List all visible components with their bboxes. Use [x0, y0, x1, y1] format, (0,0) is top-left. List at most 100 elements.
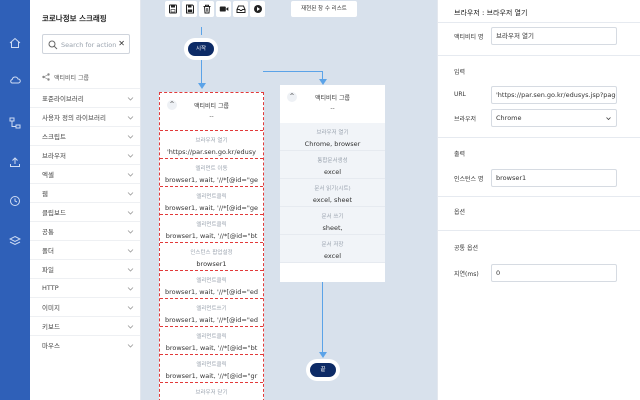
library-category-label: 엑셀: [42, 171, 54, 179]
chevron-down-icon: [127, 230, 134, 234]
activity-step-title: 엘리먼트 이동: [195, 166, 228, 172]
properties-panel: 브라우저 : 브라우저 열기 액티비티 명 브라우저 열기 입력 URL 'ht…: [437, 0, 640, 400]
activity-step[interactable]: 엘리먼트클릭 browser1, wait, '//*[@id="bt: [160, 327, 263, 355]
activity-group-1[interactable]: ^ 액티비티 그룹 -- 브라우저 열기 'https://par.sen.go.…: [159, 92, 264, 400]
library-category-label: HTTP: [42, 284, 59, 292]
library-category-label: 브라우저: [42, 152, 66, 160]
library-category[interactable]: 브라우저: [30, 145, 140, 164]
cloud-icon[interactable]: [9, 74, 21, 86]
arrow-into-group1: [198, 83, 206, 89]
activity-step[interactable]: 엘리먼트클릭 browser1, wait, '//*[@id="ed: [160, 271, 263, 299]
activity-step[interactable]: 엘리먼트클릭 browser1, wait, '//*[@id="gr: [160, 355, 263, 383]
activity-step[interactable]: 브라우저 열기 Chrome, browser: [280, 123, 385, 151]
run-list-button[interactable]: 재현된 창 수 리스트: [291, 1, 357, 17]
activity-step-title: 엘리먼트클릭: [196, 194, 227, 200]
chevron-down-icon: [127, 154, 134, 158]
home-icon[interactable]: [9, 37, 21, 49]
end-node[interactable]: 끝: [306, 359, 340, 381]
group2-header: ^ 액티비티 그룹 --: [280, 85, 385, 123]
library-category-label: 키보드: [42, 323, 60, 331]
library-category[interactable]: 클립보드: [30, 202, 140, 221]
activity-step-value: excel: [324, 168, 341, 176]
activity-step-value: browser1, wait, '//*[@id="ed: [164, 288, 258, 296]
activity-step-title: 통합문서생성: [317, 158, 348, 164]
library-category[interactable]: 폴더: [30, 240, 140, 259]
delay-field[interactable]: 0: [491, 264, 617, 282]
browser-select-value: Chrome: [496, 114, 522, 122]
library-category-label: 사용자 정의 라이브러리: [42, 114, 106, 122]
flow-canvas[interactable]: 재현된 창 수 리스트 시작 끝 ^ 액티비티 그룹 -- 브라우저 열기 'ht…: [141, 0, 437, 400]
flow-icon[interactable]: [9, 117, 21, 129]
section-divider: [438, 196, 640, 197]
activity-step[interactable]: 인스턴스 팝업설정 browser1: [160, 243, 263, 271]
left-nav-rail: [0, 0, 30, 400]
activity-step[interactable]: 엘리먼트쓰기 browser1, wait, '//*[@id="ed: [160, 299, 263, 327]
url-field[interactable]: 'https://par.sen.go.kr/edusys.jsp?page=s…: [491, 86, 617, 104]
connector-group2-to-end: [322, 282, 323, 356]
browser-select[interactable]: Chrome: [491, 109, 617, 127]
library-category-label: 클립보드: [42, 209, 66, 217]
activity-name-label: 액티비티 명: [454, 34, 484, 41]
clear-search-icon[interactable]: ✕: [118, 39, 125, 48]
activity-library-panel: 코로나정보 스크래핑 Search for action ✕ 액티비티 그룹 표…: [30, 0, 141, 400]
activity-step-value: browser1, wait, '//*[@id="ge: [164, 204, 258, 212]
library-category[interactable]: 파일: [30, 259, 140, 278]
activity-step[interactable]: 엘리먼트클릭 browser1, wait, '//*[@id="bt: [160, 215, 263, 243]
record-icon: [219, 6, 228, 12]
history-icon[interactable]: [9, 195, 21, 207]
library-category[interactable]: 엑셀: [30, 164, 140, 183]
activity-step-value: browser1, wait, '//*[@id="bt: [165, 344, 258, 352]
activity-step[interactable]: 브라우저 닫기: [160, 383, 263, 400]
activity-step-value: Chrome, browser: [304, 140, 361, 148]
library-category[interactable]: 마우스: [30, 335, 140, 354]
activity-step[interactable]: 브라우저 열기 'https://par.sen.go.kr/edusy: [160, 131, 263, 159]
delete-button[interactable]: [199, 1, 214, 17]
activity-group-2[interactable]: ^ 액티비티 그룹 -- 브라우저 열기 Chrome, browser 통합문서생…: [280, 85, 385, 282]
layers-icon[interactable]: [9, 235, 21, 247]
search-input-placeholder[interactable]: Search for action: [61, 41, 116, 49]
inbox-button[interactable]: [233, 1, 248, 17]
run-button[interactable]: [250, 1, 265, 17]
connector-start-to-group1: [201, 57, 202, 85]
activity-step[interactable]: 문서 저장 excel: [280, 235, 385, 263]
chevron-down-icon: [127, 173, 134, 177]
library-category-label: 스크립트: [42, 133, 66, 141]
common-options-section-label: 공통 옵션: [454, 245, 478, 252]
upload-icon[interactable]: [9, 156, 21, 168]
share-icon: [42, 73, 50, 81]
instance-name-label: 인스턴스 명: [454, 176, 484, 183]
action-search-box[interactable]: Search for action ✕: [42, 34, 130, 54]
instance-name-field[interactable]: browser1: [491, 169, 617, 187]
activity-step[interactable]: 통합문서생성 excel: [280, 151, 385, 179]
activity-step-title: 엘리먼트클릭: [196, 334, 227, 340]
record-button[interactable]: [216, 1, 231, 17]
library-category-label: 마우스: [42, 342, 60, 350]
library-category[interactable]: 스크립트: [30, 126, 140, 145]
library-category-label: 이미지: [42, 304, 60, 312]
options-section-label: 옵션: [454, 209, 466, 216]
library-category[interactable]: HTTP: [30, 278, 140, 297]
activity-step-title: 브라우저 열기: [316, 130, 349, 136]
activity-step-title: 엘리먼트클릭: [196, 278, 227, 284]
chevron-down-icon: [127, 306, 134, 310]
chevron-down-icon: [127, 116, 134, 120]
library-category[interactable]: 웹: [30, 183, 140, 202]
activity-step[interactable]: 문서 읽기(시트) excel, sheet: [280, 179, 385, 207]
start-node[interactable]: 시작: [184, 38, 218, 60]
library-category[interactable]: 키보드: [30, 316, 140, 335]
activity-name-field[interactable]: 브라우저 열기: [491, 27, 617, 45]
properties-divider: [438, 22, 640, 23]
library-category[interactable]: 공통: [30, 221, 140, 240]
activity-step-value: browser1, wait, '//*[@id="ge: [164, 176, 258, 184]
library-category[interactable]: 사용자 정의 라이브러리: [30, 107, 140, 126]
library-category[interactable]: 이미지: [30, 297, 140, 316]
group1-steps: 브라우저 열기 'https://par.sen.go.kr/edusy 엘리먼트 …: [160, 131, 263, 400]
section-divider: [438, 137, 640, 138]
library-category[interactable]: 표준라이브러리: [30, 88, 140, 107]
activity-step[interactable]: 엘리먼트 이동 browser1, wait, '//*[@id="ge: [160, 159, 263, 187]
save-button[interactable]: [182, 1, 197, 17]
activity-step[interactable]: 문서 쓰기 sheet,: [280, 207, 385, 235]
activity-step[interactable]: 엘리먼트클릭 browser1, wait, '//*[@id="ge: [160, 187, 263, 215]
chevron-down-icon: [127, 135, 134, 139]
open-file-button[interactable]: [165, 1, 180, 17]
